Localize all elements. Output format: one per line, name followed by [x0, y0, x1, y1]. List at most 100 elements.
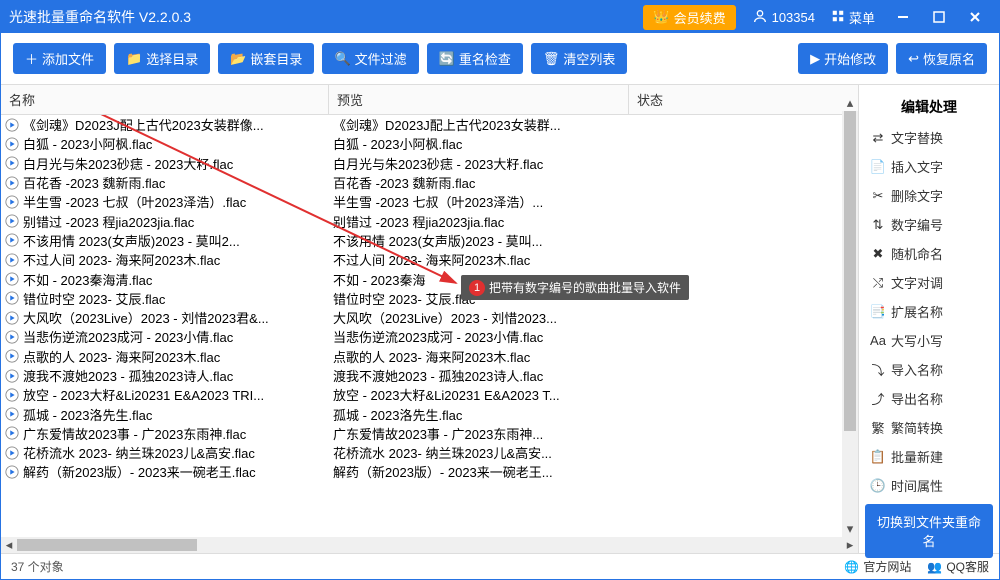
horizontal-scroll-thumb[interactable]	[17, 539, 197, 551]
cell-preview: 广东爱情故2023事 - 广2023东雨神...	[329, 424, 629, 443]
sidebar-item-delete[interactable]: ✂删除文字	[865, 181, 993, 210]
file-filter-button[interactable]: 🔍文件过滤	[322, 43, 418, 74]
sidebar-item-number[interactable]: ⇅数字编号	[865, 210, 993, 239]
support-icon: 👥	[927, 560, 942, 574]
file-name-text: 白狐 - 2023小阿枫.flac	[23, 134, 152, 153]
close-button[interactable]	[959, 5, 991, 29]
qq-support-link[interactable]: 👥 QQ客服	[927, 558, 989, 575]
start-modify-button[interactable]: ▶开始修改	[798, 43, 888, 74]
audio-file-icon	[5, 195, 19, 209]
sidebar-item-label: 插入文字	[891, 157, 943, 176]
user-icon	[752, 8, 768, 27]
name-check-button[interactable]: 🔄重名检查	[427, 43, 523, 74]
sidebar-item-batch[interactable]: 📋批量新建	[865, 442, 993, 471]
official-site-link[interactable]: 🌐 官方网站	[844, 558, 911, 575]
vip-renew-button[interactable]: 👑 会员续费	[643, 5, 735, 30]
sidebar-item-case[interactable]: Aa大写小写	[865, 326, 993, 355]
table-row[interactable]: 大风吹（2023Live）2023 - 刘惜2023君&...大风吹（2023L…	[1, 308, 858, 327]
sidebar-item-random[interactable]: ✖随机命名	[865, 239, 993, 268]
trash-icon: 🗑	[543, 51, 560, 67]
sidebar-item-insert[interactable]: 📄 插入文字	[865, 152, 993, 181]
table-row[interactable]: 解药（新2023版）- 2023来一碗老王.flac解药（新2023版）- 20…	[1, 462, 858, 481]
table-row[interactable]: 当悲伤逆流2023成河 - 2023小倩.flac当悲伤逆流2023成河 - 2…	[1, 327, 858, 346]
column-preview[interactable]: 预览	[329, 85, 629, 114]
menu-button[interactable]: 菜单	[831, 8, 875, 27]
table-row[interactable]: 不如 - 2023秦海清.flac不如 - 2023秦海	[1, 269, 858, 288]
table-row[interactable]: 孤城 - 2023洛先生.flac孤城 - 2023洛先生.flac	[1, 404, 858, 423]
file-name-text: 渡我不渡她2023 - 孤独2023诗人.flac	[23, 366, 233, 385]
table-row[interactable]: 花桥流水 2023- 纳兰珠2023儿&高安.flac花桥流水 2023- 纳兰…	[1, 443, 858, 462]
file-name-text: 错位时空 2023- 艾辰.flac	[23, 289, 165, 308]
switch-mode-button[interactable]: 切换到文件夹重命名	[865, 504, 993, 558]
file-name-text: 不过人间 2023- 海来阿2023木.flac	[23, 250, 220, 269]
select-dir-button[interactable]: 📁选择目录	[114, 43, 210, 74]
audio-file-icon	[5, 137, 19, 151]
table-row[interactable]: 不过人间 2023- 海来阿2023木.flac不过人间 2023- 海来阿20…	[1, 250, 858, 269]
table-row[interactable]: 渡我不渡她2023 - 孤独2023诗人.flac 渡我不渡她2023 - 孤独2…	[1, 366, 858, 385]
sidebar: 编辑处理 ⇄文字替换📄插入文字✂删除文字⇅数字编号✖随机命名⤭文字对调📑扩展名称…	[859, 85, 999, 553]
column-status[interactable]: 状态	[629, 85, 858, 114]
sidebar-item-label: 导出名称	[891, 389, 943, 408]
plus-icon: ＋	[25, 49, 38, 68]
globe-icon: 🌐	[844, 560, 859, 574]
scroll-right-arrow[interactable]: ▸	[842, 537, 858, 553]
sidebar-item-label: 导入名称	[891, 360, 943, 379]
file-list-panel: 名称 预览 状态 《剑魂》D2023J配上古代2023女装群像...《剑魂》D2…	[1, 85, 859, 553]
table-row[interactable]: 半生雪 -2023 七叔（叶2023泽浩）.flac 半生雪 -2023 七叔（叶…	[1, 192, 858, 211]
scroll-up-arrow[interactable]: ▴	[842, 95, 858, 111]
sidebar-item-export[interactable]: ⤴导出名称	[865, 384, 993, 413]
table-row[interactable]: 《剑魂》D2023J配上古代2023女装群像...《剑魂》D2023J配上古代2…	[1, 115, 858, 134]
cell-preview: 渡我不渡她2023 - 孤独2023诗人.flac	[329, 366, 629, 385]
import-icon: ⤵	[871, 363, 885, 377]
tooltip-text: 把带有数字编号的歌曲批量导入软件	[489, 279, 681, 296]
vertical-scroll-thumb[interactable]	[844, 111, 856, 431]
sidebar-item-ext[interactable]: 📑扩展名称	[865, 297, 993, 326]
list-body[interactable]: 《剑魂》D2023J配上古代2023女装群像...《剑魂》D2023J配上古代2…	[1, 115, 858, 537]
sidebar-item-replace[interactable]: ⇄文字替换	[865, 123, 993, 152]
clear-list-button[interactable]: 🗑清空列表	[531, 43, 628, 74]
file-name-text: 解药（新2023版）- 2023来一碗老王.flac	[23, 462, 256, 481]
scroll-down-arrow[interactable]: ▾	[842, 521, 858, 537]
add-file-button[interactable]: ＋添加文件	[13, 43, 106, 74]
audio-file-icon	[5, 465, 19, 479]
user-account[interactable]: 103354	[752, 8, 815, 27]
ext-icon: 📑	[871, 305, 885, 319]
time-icon: 🕒	[871, 479, 885, 493]
sidebar-item-time[interactable]: 🕒时间属性	[865, 471, 993, 500]
cell-preview: 花桥流水 2023- 纳兰珠2023儿&高安...	[329, 443, 629, 462]
table-row[interactable]: 白狐 - 2023小阿枫.flac白狐 - 2023小阿枫.flac	[1, 134, 858, 153]
table-row[interactable]: 错位时空 2023- 艾辰.flac错位时空 2023- 艾辰.flac	[1, 289, 858, 308]
case-icon: Aa	[871, 334, 885, 348]
cell-preview: 半生雪 -2023 七叔（叶2023泽浩）...	[329, 192, 629, 211]
cell-name: 半生雪 -2023 七叔（叶2023泽浩）.flac	[1, 192, 329, 211]
table-row[interactable]: 点歌的人 2023- 海来阿2023木.flac点歌的人 2023- 海来阿20…	[1, 347, 858, 366]
maximize-button[interactable]	[923, 5, 955, 29]
file-name-text: 半生雪 -2023 七叔（叶2023泽浩）.flac	[23, 192, 246, 211]
table-row[interactable]: 不该用情 2023(女声版)2023 - 莫叫2...不该用情 2023(女声版…	[1, 231, 858, 250]
table-row[interactable]: 别错过 -2023 程jia2023jia.flac别错过 -2023 程jia…	[1, 211, 858, 230]
table-row[interactable]: 百花香 -2023 魏新雨.flac百花香 -2023 魏新雨.flac	[1, 173, 858, 192]
scroll-left-arrow[interactable]: ◂	[1, 537, 17, 553]
vertical-scrollbar[interactable]: ▴ ▾	[842, 111, 858, 537]
minimize-button[interactable]	[887, 5, 919, 29]
toolbar: ＋添加文件 📁选择目录 📂嵌套目录 🔍文件过滤 🔄重名检查 🗑清空列表 ▶开始修…	[1, 33, 999, 85]
table-row[interactable]: 广东爱情故2023事 - 广2023东雨神.flac广东爱情故2023事 - 广…	[1, 424, 858, 443]
horizontal-scrollbar[interactable]: ◂ ▸	[1, 537, 858, 553]
sidebar-item-convert[interactable]: 繁繁简转换	[865, 413, 993, 442]
sidebar-item-swap[interactable]: ⤭文字对调	[865, 268, 993, 297]
table-row[interactable]: 放空 - 2023大籽&Li20231 E&A2023 TRI...放空 - 2…	[1, 385, 858, 404]
sidebar-item-label: 删除文字	[891, 186, 943, 205]
cell-name: 广东爱情故2023事 - 广2023东雨神.flac	[1, 424, 329, 443]
table-row[interactable]: 白月光与朱2023砂痣 - 2023大籽.flac白月光与朱2023砂痣 - 2…	[1, 154, 858, 173]
nested-dir-button[interactable]: 📂嵌套目录	[218, 43, 314, 74]
insert-icon: 📄	[871, 160, 885, 174]
file-name-text: 白月光与朱2023砂痣 - 2023大籽.flac	[23, 154, 233, 173]
restore-name-button[interactable]: ↩恢复原名	[896, 43, 987, 74]
undo-icon: ↩	[908, 51, 919, 67]
play-icon: ▶	[810, 51, 820, 67]
audio-file-icon	[5, 369, 19, 383]
sidebar-item-import[interactable]: ⤵ 导入名称	[865, 355, 993, 384]
sidebar-item-label: 数字编号	[891, 215, 943, 234]
folder-icon: 📁	[126, 51, 142, 67]
column-name[interactable]: 名称	[1, 85, 329, 114]
